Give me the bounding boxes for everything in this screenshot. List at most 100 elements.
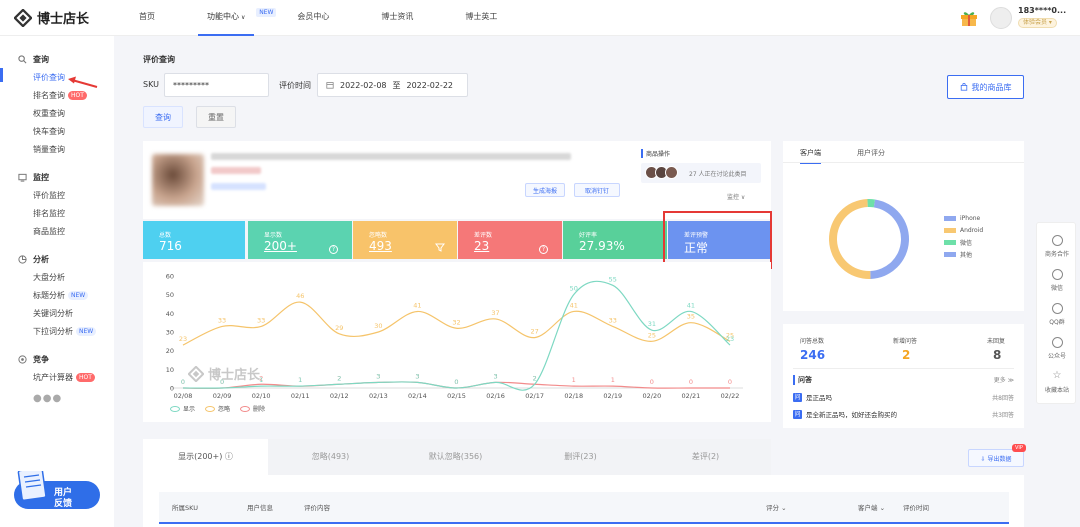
sidebar-item-product-monitor[interactable]: 商品监控 [33,226,65,237]
handshake-icon [1051,235,1063,246]
legend-other[interactable]: 其他 [944,248,983,260]
date-range-picker[interactable]: 2022-02-08 至 2022-02-22 [317,73,468,97]
chevron-down-icon: ∨ [241,14,246,21]
tab-user-score[interactable]: 用户评分 [857,148,885,158]
business-cooperation-link[interactable]: 商务合作 [1037,235,1077,258]
nav-feature-center[interactable]: 功能中心 ∨ NEW [198,0,277,36]
tab-deleted[interactable]: 删评(23) [518,439,643,475]
table-header: 所属SKU 用户信息 评价内容 评分 ⌄ 客户端 ⌄ 评价时间 [159,492,1009,524]
nav-member-center[interactable]: 会员中心 [288,0,338,36]
sidebar-item-title-analysis[interactable]: 标题分析 NEW [33,290,89,301]
wechat-link[interactable]: 微信 [1037,269,1077,292]
legend-android[interactable]: Android [944,224,983,236]
sidebar-group-analysis: 分析 [18,254,49,265]
sidebar-item-review-query[interactable]: 评价查询 [33,72,65,83]
donut-slice-1[interactable] [829,199,871,279]
stat-total[interactable]: 总数 716 [143,221,245,259]
legend-iphone[interactable]: iPhone [944,212,983,224]
hot-tag: HOT [68,91,87,100]
data-label: 33 [218,316,226,324]
column-header: 用户信息 [247,504,273,512]
review-table: 所属SKU 用户信息 评价内容 评分 ⌄ 客户端 ⌄ 评价时间 [143,475,1024,527]
donut-slice-2[interactable] [867,199,875,208]
stat-positive-rate[interactable]: 好评率 27.93% [563,221,667,259]
data-label: 23 [726,335,734,343]
stat-shown[interactable]: 显示数 200+ ? [248,221,352,259]
help-icon[interactable]: ? [539,245,548,254]
sidebar-item-dropdown-analysis[interactable]: 下拉词分析 NEW [33,326,97,337]
stat-ignored[interactable]: 忽略数 493 [353,221,457,259]
column-header-sortable[interactable]: 评分 ⌄ [766,502,787,512]
date-start[interactable]: 2022-02-08 [340,81,387,90]
sidebar-item-review-monitor[interactable]: 评价监控 [33,190,65,201]
qa-row[interactable]: 问 是全新正品吗，如好还会购买的 共3回答 [793,409,1014,419]
data-label: 23 [179,335,187,343]
data-label: 0 [728,378,732,386]
qq-group-link[interactable]: QQ群 [1037,303,1077,326]
qa-more-link[interactable]: 更多 ≫ [994,375,1014,384]
sidebar-item-sales-query[interactable]: 销量查询 [33,144,65,155]
gift-icon[interactable] [960,10,978,26]
reset-button[interactable]: 重置 [196,106,236,128]
official-account-link[interactable]: 公众号 [1037,337,1077,360]
product-price-blurred [211,167,261,174]
vip-badge: VIP [1012,444,1026,452]
qa-unanswered-label: 未回复 [987,338,1006,345]
sku-input[interactable]: ********* [164,73,269,97]
sidebar-item-express-query[interactable]: 快车查询 [33,126,65,137]
x-tick-label: 02/19 [603,392,622,400]
qa-unanswered-value: 8 [993,348,1002,362]
new-tag: NEW [68,291,89,300]
unpin-button[interactable]: 取消钉钉 [574,183,620,197]
nav-home[interactable]: 首页 [130,0,164,36]
brand-logo-icon [14,8,32,27]
legend-deleted[interactable]: 删除 [240,404,265,413]
sidebar-item-market-analysis[interactable]: 大盘分析 [33,272,65,283]
help-icon[interactable]: ? [329,245,338,254]
monitor-dropdown[interactable]: 监控 ∨ [727,192,745,201]
column-header: 评价内容 [304,504,330,512]
nav-news[interactable]: 博士资讯 [372,0,422,36]
product-image[interactable] [152,154,204,206]
bookmark-site-link[interactable]: ☆ 收藏本站 [1037,371,1077,395]
logo[interactable]: 博士店长 [14,8,89,27]
product-shop-blurred [211,183,266,190]
x-tick-label: 02/22 [721,392,740,400]
avatar[interactable] [990,7,1012,29]
generate-poster-button[interactable]: 生成海报 [525,183,565,197]
tab-shown[interactable]: 显示(200+) ⓘ [143,439,268,475]
legend-ignored[interactable]: 忽略 [205,404,230,413]
sidebar-item-rank-monitor[interactable]: 排名监控 [33,208,65,219]
legend-shown[interactable]: 显示 [170,404,195,413]
sidebar-item-keyword-analysis[interactable]: 关键词分析 [33,308,73,319]
user-level-badge[interactable]: 体验会员 ▾ [1018,18,1057,28]
qa-total-value: 246 [800,348,826,362]
top-bar: 博士店长 首页 功能中心 ∨ NEW 会员中心 博士资讯 博士英工 183****0… [0,0,1080,36]
qa-row[interactable]: 问 是正品吗 共8回答 [793,392,1014,402]
donut-slice-0[interactable] [870,199,909,279]
more-dots-icon[interactable]: ●●● [33,393,62,404]
new-badge: NEW [256,8,277,17]
tab-default-ignored[interactable]: 默认忽略(356) [393,439,518,475]
feedback-label[interactable]: 用户 反馈 [54,488,72,510]
date-end[interactable]: 2022-02-22 [407,81,454,90]
sidebar-group-monitor: 监控 [18,172,49,183]
column-header-sortable[interactable]: 客户端 ⌄ [858,502,885,512]
sidebar-item-pit-calculator[interactable]: 坑产计算器 HOT [33,372,95,383]
analysis-icon [18,255,27,264]
user-phone[interactable]: 183****0... [1018,6,1066,15]
data-label: 0 [454,378,458,386]
my-product-library-button[interactable]: 我的商品库 [947,75,1024,99]
discussion-box[interactable]: 27 人正在讨论此类目 [641,163,761,183]
query-button[interactable]: 查询 [143,106,183,128]
tab-negative[interactable]: 差评(2) [643,439,768,475]
sidebar-item-weight-query[interactable]: 权重查询 [33,108,65,119]
qa-new-label: 新增问答 [893,338,918,345]
data-label: 3 [415,372,419,380]
tab-ignored[interactable]: 忽略(493) [268,439,393,475]
legend-wechat[interactable]: 微信 [944,236,983,248]
data-label: 41 [413,301,421,309]
stat-negative[interactable]: 差评数 23 ? [458,221,562,259]
nav-academy[interactable]: 博士英工 [456,0,506,36]
filter-icon[interactable] [435,243,445,252]
